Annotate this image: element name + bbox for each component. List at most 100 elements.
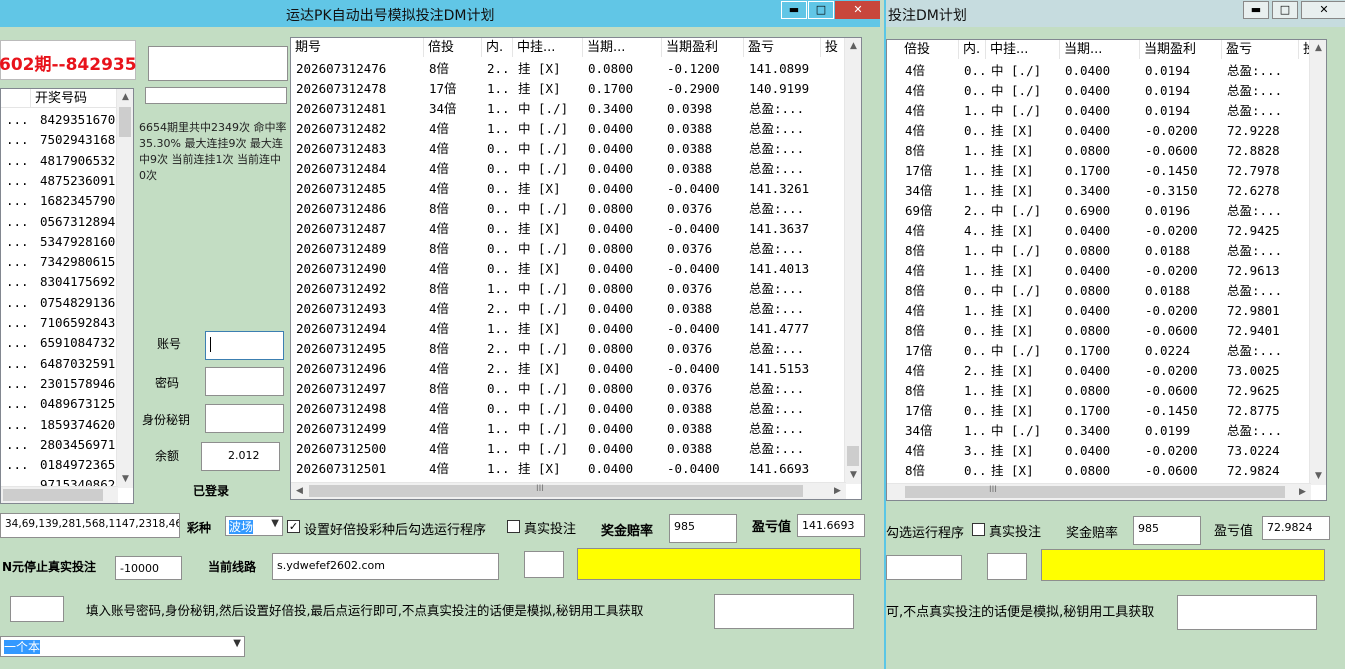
payout-label: 奖金赔率 bbox=[1066, 526, 1119, 541]
title-bar[interactable]: 投注DM计划 ▬ □ ✕ bbox=[886, 0, 1345, 27]
vertical-scrollbar[interactable]: ▲ ▼ bbox=[1309, 40, 1326, 485]
stop-amount-input[interactable]: -10000 bbox=[115, 556, 182, 580]
table-cell: 中 [./] bbox=[518, 141, 569, 156]
table-cell: 0.0188 bbox=[1145, 283, 1191, 298]
scroll-down-icon[interactable]: ▼ bbox=[117, 471, 133, 488]
column-header[interactable]: 中挂... bbox=[986, 40, 1060, 59]
table-cell: 中 [./] bbox=[991, 203, 1042, 218]
scroll-thumb[interactable] bbox=[3, 489, 103, 501]
chevron-down-icon: ▼ bbox=[271, 518, 279, 529]
table-cell: 0.0194 bbox=[1145, 103, 1191, 118]
maximize-button[interactable]: □ bbox=[808, 1, 834, 19]
scroll-thumb[interactable] bbox=[119, 107, 131, 137]
bet-list-view[interactable]: 期号 倍投 内. 中挂... 当期... 当期盈利 盈亏投 202607312476 8倍 2.… bbox=[290, 37, 862, 500]
real-bet-checkbox[interactable] bbox=[972, 523, 985, 536]
real-bet-checkbox[interactable] bbox=[507, 520, 520, 533]
table-cell: 8倍 bbox=[905, 383, 926, 398]
table-cell: 0.. bbox=[964, 123, 986, 138]
table-cell: 挂 [X] bbox=[991, 403, 1034, 418]
code-display-box[interactable] bbox=[148, 46, 288, 81]
multiplier-sequence-input[interactable]: 34,69,139,281,568,1147,2318,4683,9 bbox=[0, 513, 180, 538]
scroll-right-icon[interactable]: ▶ bbox=[829, 483, 846, 499]
table-cell: 中 [./] bbox=[518, 341, 569, 356]
table-cell: 中 [./] bbox=[991, 283, 1042, 298]
history-list[interactable]: 开奖号码 ... 8429351670... 7502943168... 481790… bbox=[0, 88, 134, 504]
table-cell: -0.1200 bbox=[667, 61, 720, 76]
small-input[interactable] bbox=[524, 551, 564, 578]
route-input[interactable]: s.ydwefef2602.com bbox=[272, 553, 499, 580]
horizontal-scrollbar[interactable]: ◀ III ▶ bbox=[291, 482, 846, 499]
table-cell: 挂 [X] bbox=[518, 181, 561, 196]
scroll-up-icon[interactable]: ▲ bbox=[845, 38, 861, 55]
truncated-cell: ... bbox=[6, 172, 29, 188]
horizontal-scrollbar[interactable]: III ▶ bbox=[887, 483, 1311, 500]
column-header[interactable]: 中挂... bbox=[513, 38, 583, 57]
message-box[interactable] bbox=[1177, 595, 1317, 630]
table-cell: 4倍 bbox=[905, 83, 926, 98]
aux-input[interactable] bbox=[10, 596, 64, 622]
column-header[interactable]: 当期... bbox=[583, 38, 662, 57]
run-program-checkbox[interactable]: ✓ bbox=[287, 520, 300, 533]
scroll-thumb[interactable] bbox=[905, 486, 1285, 498]
table-cell: 1.. bbox=[487, 421, 510, 436]
history-header: 开奖号码 bbox=[1, 89, 118, 108]
table-cell: 4倍 bbox=[905, 63, 926, 78]
table-cell: 挂 [X] bbox=[991, 263, 1034, 278]
title-bar[interactable]: 运达PK自动出号模拟投注DM计划 ▬ □ ✕ bbox=[0, 0, 880, 27]
payout-input[interactable]: 985 bbox=[669, 514, 737, 543]
message-box[interactable] bbox=[714, 594, 854, 629]
maximize-button[interactable]: □ bbox=[1272, 1, 1298, 19]
column-header[interactable]: 倍投 bbox=[424, 38, 482, 57]
bet-list-view[interactable]: 倍投内.中挂...当期...当期盈利盈亏投 4倍0..中 [./]0.04000… bbox=[886, 39, 1327, 501]
column-header[interactable]: 期号 bbox=[291, 38, 424, 57]
scroll-thumb[interactable] bbox=[309, 485, 803, 497]
history-number: 0567312894 bbox=[40, 213, 116, 229]
history-vscroll[interactable]: ▲ ▼ bbox=[116, 89, 133, 488]
table-cell: 0.0388 bbox=[667, 141, 713, 156]
payout-input[interactable]: 985 bbox=[1133, 516, 1201, 545]
column-header[interactable]: 内. bbox=[482, 38, 513, 57]
small-input[interactable] bbox=[987, 553, 1027, 580]
column-header[interactable]: 倍投 bbox=[900, 40, 959, 59]
scroll-up-icon[interactable]: ▲ bbox=[117, 89, 133, 106]
table-cell: 0.0800 bbox=[1065, 383, 1111, 398]
password-input[interactable] bbox=[205, 367, 284, 396]
scroll-thumb[interactable] bbox=[847, 446, 859, 466]
table-cell: 4倍 bbox=[429, 161, 450, 176]
close-button[interactable]: ✕ bbox=[1301, 1, 1345, 19]
table-cell: 挂 [X] bbox=[991, 463, 1034, 478]
scroll-down-icon[interactable]: ▼ bbox=[1310, 468, 1326, 485]
lottery-type-select[interactable]: 波场 ▼ bbox=[225, 516, 283, 536]
table-cell: 0.0194 bbox=[1145, 63, 1191, 78]
scroll-right-icon[interactable]: ▶ bbox=[1294, 484, 1311, 500]
table-cell: 0.. bbox=[964, 83, 986, 98]
table-cell: 202607312484 bbox=[296, 161, 387, 176]
account-input[interactable] bbox=[205, 331, 284, 360]
table-cell: -0.0600 bbox=[1145, 323, 1198, 338]
table-cell: -0.0200 bbox=[1145, 303, 1198, 318]
column-header[interactable]: 当期... bbox=[1060, 40, 1140, 59]
history-hscroll[interactable] bbox=[1, 486, 118, 503]
scroll-up-icon[interactable]: ▲ bbox=[1310, 40, 1326, 57]
column-header[interactable]: 当期盈利 bbox=[1140, 40, 1222, 59]
column-header[interactable]: 盈亏 bbox=[744, 38, 821, 57]
stop-amount-input[interactable] bbox=[886, 555, 962, 580]
table-cell: 0.3400 bbox=[588, 101, 634, 116]
small-info-box[interactable] bbox=[145, 87, 287, 104]
table-cell: 4倍 bbox=[429, 321, 450, 336]
scroll-down-icon[interactable]: ▼ bbox=[845, 467, 861, 484]
minimize-button[interactable]: ▬ bbox=[781, 1, 807, 19]
table-cell: 4倍 bbox=[429, 301, 450, 316]
table-cell: -0.1450 bbox=[1145, 403, 1198, 418]
close-button[interactable]: ✕ bbox=[835, 1, 880, 19]
scroll-left-icon[interactable]: ◀ bbox=[291, 483, 308, 499]
column-header[interactable]: 内. bbox=[959, 40, 986, 59]
secret-key-input[interactable] bbox=[205, 404, 284, 433]
vertical-scrollbar[interactable]: ▲ ▼ bbox=[844, 38, 861, 484]
minimize-button[interactable]: ▬ bbox=[1243, 1, 1269, 19]
column-header[interactable]: 盈亏 bbox=[1222, 40, 1299, 59]
truncated-cell: ... bbox=[6, 112, 29, 127]
table-cell: 总盈:... bbox=[1227, 203, 1283, 218]
column-header[interactable]: 当期盈利 bbox=[662, 38, 744, 57]
bottom-select[interactable]: 一个本 ▼ bbox=[0, 636, 245, 657]
